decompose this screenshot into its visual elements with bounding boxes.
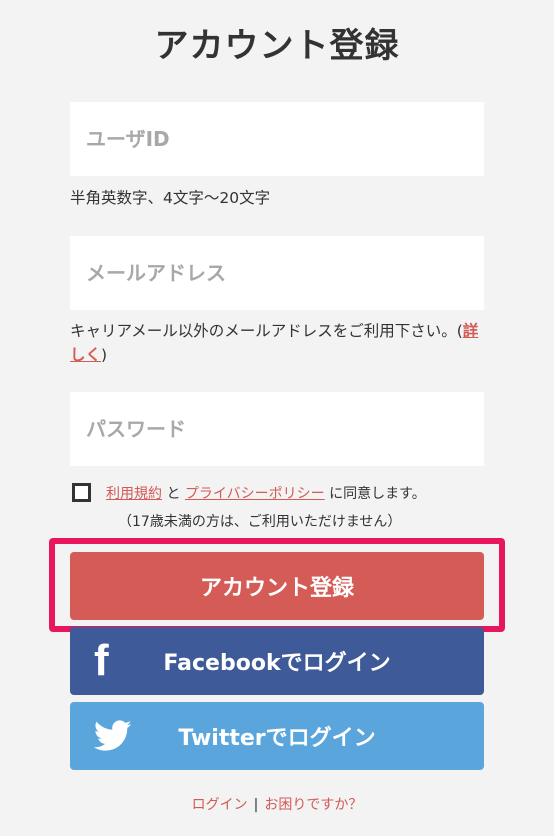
agree-checkbox[interactable] [72,483,91,502]
facebook-icon: f [94,636,109,685]
email-input[interactable] [70,236,484,310]
age-note: （17歳未満の方は、ご利用いただけません） [118,514,402,530]
email-hint-text: キャリアメール以外のメールアドレスをご利用下さい。( [70,322,463,340]
facebook-button-label: Facebookでログイン [163,651,391,676]
agree-suffix: に同意します。 [324,486,426,502]
facebook-login-button[interactable]: f Facebookでログイン [70,627,484,695]
email-hint: キャリアメール以外のメールアドレスをご利用下さい。(詳しく) [70,319,490,367]
userid-input[interactable] [70,102,484,176]
login-link[interactable]: ログイン [192,797,248,813]
highlight-box [49,538,505,632]
footer-links: ログイン | お困りですか？ [0,794,554,814]
twitter-icon [94,702,132,770]
and-text: と [162,486,185,502]
twitter-login-button[interactable]: Twitterでログイン [70,702,484,770]
page-title: アカウント登録 [154,26,400,66]
userid-hint: 半角英数字、4文字〜20文字 [70,189,271,207]
footer-separator: | [253,797,259,813]
email-hint-suffix: ) [101,346,108,364]
agreement-text: 利用規約 と プライバシーポリシー に同意します。 [106,482,426,506]
password-input[interactable] [70,392,484,466]
twitter-button-label: Twitterでログイン [178,726,376,751]
privacy-link[interactable]: プライバシーポリシー [185,486,325,502]
terms-link[interactable]: 利用規約 [106,486,162,502]
help-link[interactable]: お困りですか？ [264,797,362,813]
